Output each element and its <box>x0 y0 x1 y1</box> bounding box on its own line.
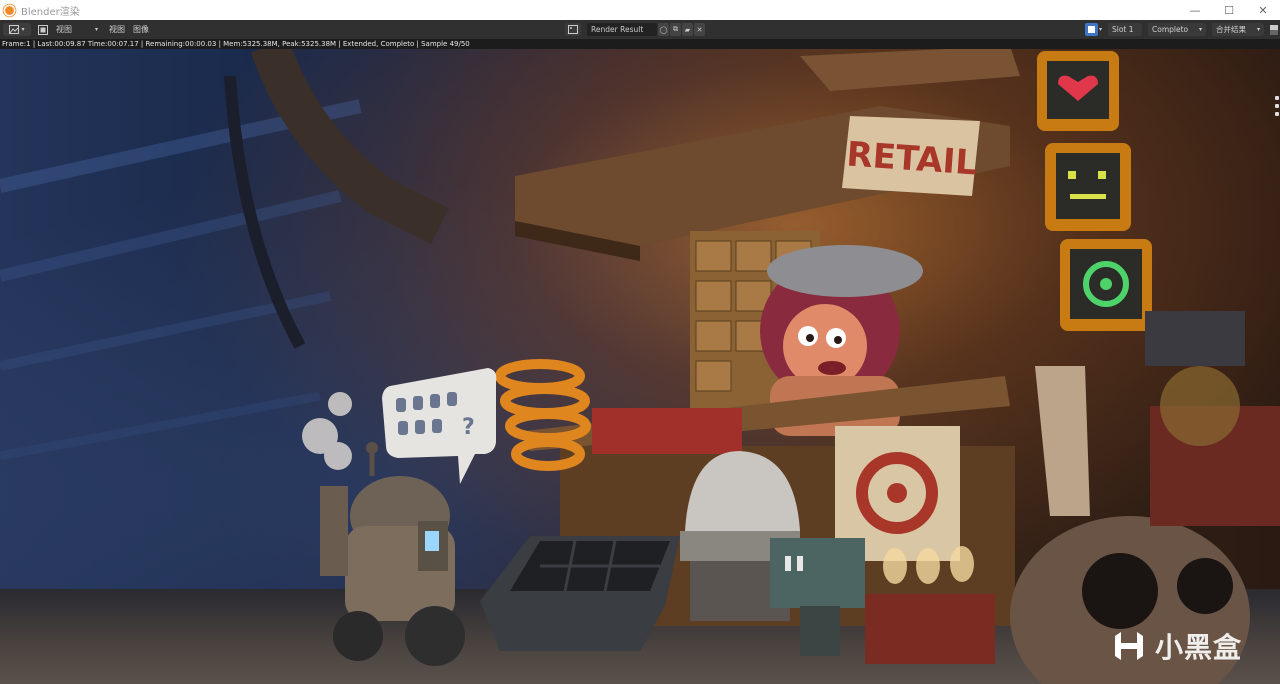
window-titlebar: Blender渲染 — ☐ ✕ <box>0 0 1280 20</box>
slot-dropdown[interactable]: Slot 1 <box>1108 23 1142 36</box>
light-bulbs <box>883 546 974 584</box>
chevron-down-icon: ▾ <box>94 26 98 33</box>
chevron-down-icon: ▾ <box>21 26 25 33</box>
browse-image-button[interactable] <box>565 23 581 36</box>
render-pass-dropdown[interactable]: 合并结果 ▾ <box>1212 23 1264 36</box>
dot-icon <box>1275 104 1279 108</box>
menu-view[interactable]: 视图 <box>109 24 125 35</box>
render-pass-label: 合并结果 <box>1216 25 1246 34</box>
window-controls: — ☐ ✕ <box>1178 0 1280 20</box>
render-view-toggle[interactable] <box>1084 23 1098 36</box>
chevron-down-icon: ▾ <box>1256 26 1260 33</box>
render-icon <box>1087 26 1095 33</box>
speech-bubble: ? <box>382 368 497 484</box>
copy-icon: ⧉ <box>673 25 678 33</box>
watermark-text: 小黑盒 <box>1154 631 1242 664</box>
round-robot <box>320 442 465 666</box>
display-channels-button[interactable] <box>1268 23 1280 36</box>
fake-user-button[interactable]: ◯ <box>658 23 669 36</box>
view-mode-label: 视图 <box>56 25 72 34</box>
parts-tray <box>480 536 680 651</box>
retail-sign: RETAIL <box>842 116 980 196</box>
dot-icon <box>1275 112 1279 116</box>
image-name-field[interactable]: Render Result <box>587 23 657 36</box>
chevron-down-icon: ▾ <box>1198 26 1202 33</box>
slot-label: Slot 1 <box>1112 25 1134 34</box>
render-result-image: RETAIL ? <box>0 46 1280 684</box>
close-button[interactable]: ✕ <box>1246 0 1280 20</box>
image-selector: Render Result ◯ ⧉ ▰ ✕ <box>565 23 705 36</box>
channels-icon <box>1270 24 1278 35</box>
right-shelf-machines <box>1145 311 1280 526</box>
image-editor-icon <box>9 25 20 34</box>
steam-puff <box>302 392 352 470</box>
image-view-icon <box>38 24 48 35</box>
dot-icon <box>1275 96 1279 100</box>
view-mode-dropdown[interactable]: 视图 ▾ <box>53 23 101 36</box>
view-mode-button[interactable] <box>37 23 49 36</box>
editor-type-button[interactable]: ▾ <box>3 23 31 36</box>
image-browse-icon <box>568 25 578 34</box>
radio-box <box>865 594 995 664</box>
window-title: Blender渲染 <box>21 6 80 18</box>
shield-icon: ◯ <box>659 25 668 34</box>
minimize-button[interactable]: — <box>1178 0 1212 20</box>
view-layer-label: Completo <box>1152 25 1189 34</box>
speech-bubble-text: ? <box>462 415 475 440</box>
region-toggle-dots[interactable] <box>1274 92 1280 132</box>
duplicate-image-button[interactable]: ⧉ <box>670 23 681 36</box>
boxy-robot <box>770 538 865 656</box>
maximize-button[interactable]: ☐ <box>1212 0 1246 20</box>
open-image-button[interactable]: ▰ <box>682 23 693 36</box>
menu-image[interactable]: 图像 <box>133 24 149 35</box>
unlink-image-button[interactable]: ✕ <box>694 23 705 36</box>
xiaoheihe-logo-icon <box>1111 628 1147 664</box>
signal-screens <box>1037 51 1152 331</box>
render-result-viewport[interactable]: RETAIL ? <box>0 46 1280 684</box>
chevron-down-icon: ▾ <box>1098 26 1102 33</box>
close-icon: ✕ <box>696 25 703 34</box>
folder-icon: ▰ <box>684 25 691 34</box>
render-slot-tools: ▾ Slot 1 Completo ▾ 合并结果 ▾ <box>1084 23 1280 36</box>
xiaoheihe-watermark: 小黑盒 <box>1111 626 1242 666</box>
pipe <box>251 46 449 244</box>
orange-spring <box>495 359 591 471</box>
view-layer-dropdown[interactable]: Completo ▾ <box>1148 23 1206 36</box>
image-editor-header: ▾ 视图 ▾ 视图 图像 Render Result ◯ ⧉ ▰ ✕ ▾ Slo… <box>0 20 1280 39</box>
background-beams <box>0 99 362 461</box>
render-status-text: Frame:1 | Last:00:09.87 Time:00:07.17 | … <box>0 39 1280 49</box>
blender-logo-icon <box>3 4 16 16</box>
